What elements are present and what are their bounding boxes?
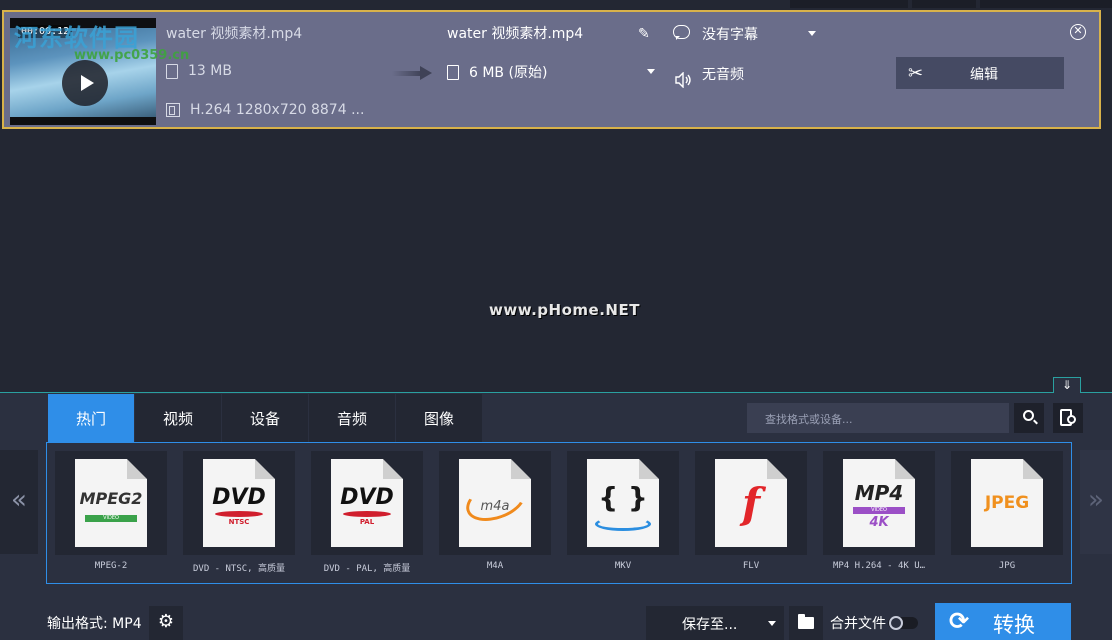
merge-files-toggle[interactable] (888, 616, 918, 630)
preset-caption: MPEG-2 (94, 561, 128, 571)
preset-caption: DVD - PAL, 高质量 (323, 564, 411, 574)
preset-item[interactable]: JPEG JPG (951, 451, 1063, 583)
close-icon[interactable]: ✕ (1070, 24, 1086, 40)
merge-files-label: 合并文件 (830, 616, 886, 632)
file-icon (447, 64, 459, 80)
tab-popular[interactable]: 热门 (48, 394, 134, 442)
preset-caption: MP4 H.264 - 4K U… (832, 561, 926, 571)
dvd-logo-icon: DVD PAL (331, 459, 403, 547)
watermark-center: www.pHome.NET (489, 301, 640, 319)
m4a-logo-icon: m4a (459, 459, 532, 547)
mpeg2-logo-icon: MPEG2 VIDEO (75, 459, 147, 547)
preset-caption: FLV (742, 561, 760, 571)
tab-video[interactable]: 视频 (135, 394, 221, 442)
source-size: 13 MB (166, 63, 232, 79)
chevron-down-icon[interactable] (808, 31, 816, 36)
play-icon[interactable] (62, 60, 108, 106)
preset-item[interactable]: DVD PAL DVD - PAL, 高质量 (311, 451, 423, 583)
tab-audio[interactable]: 音频 (309, 394, 395, 442)
presets-prev-button[interactable]: « (0, 450, 38, 554)
collapse-panel-icon[interactable]: ⇓ (1053, 377, 1081, 393)
chevron-down-icon (768, 621, 776, 626)
output-filename[interactable]: water 视频素材.mp4 (447, 23, 583, 43)
dvd-logo-icon: DVD NTSC (203, 459, 275, 547)
folder-icon (798, 614, 814, 629)
preset-item[interactable]: m4a M4A (439, 451, 551, 583)
refresh-icon: ⟳ (949, 607, 970, 635)
search-button[interactable] (1014, 403, 1044, 433)
presets-next-button[interactable]: » (1080, 450, 1112, 554)
preset-caption: JPG (998, 561, 1016, 571)
preset-caption: MKV (614, 561, 632, 571)
audio-dropdown[interactable]: 无音频 (702, 64, 744, 84)
source-codec-value: H.264 1280x720 8874 ... (190, 102, 365, 118)
save-to-label: 保存至... (682, 617, 738, 633)
open-folder-button[interactable] (789, 606, 823, 640)
format-tabs: 热门 视频 设备 音频 图像 (48, 394, 483, 442)
file-row[interactable]: 00:00:12 河东软件园 www.pc0359.cn water 视频素材.… (2, 10, 1101, 129)
search-input[interactable]: 查找格式或设备... (747, 403, 1009, 433)
tab-images[interactable]: 图像 (396, 394, 482, 442)
letterbox-bottom (10, 117, 156, 125)
edit-button[interactable]: ✂ 编辑 (896, 57, 1064, 89)
edit-button-label: 编辑 (970, 67, 998, 83)
output-size-dropdown[interactable]: 6 MB (原始) (447, 62, 547, 82)
preset-caption: DVD - NTSC, 高质量 (192, 564, 286, 574)
top-strip (0, 0, 1112, 8)
convert-button-label: 转换 (993, 613, 1035, 637)
source-size-value: 13 MB (188, 63, 232, 79)
source-codec: H.264 1280x720 8874 ... (166, 102, 364, 118)
output-size-value: 6 MB (原始) (469, 65, 548, 81)
save-to-dropdown[interactable]: 保存至... (646, 606, 784, 640)
preset-list: MPEG2 VIDEO MPEG-2 DVD NTSC DVD - NTSC, … (46, 442, 1072, 584)
preset-caption: M4A (486, 561, 504, 571)
preset-item[interactable]: MPEG2 VIDEO MPEG-2 (55, 451, 167, 583)
subtitle-icon (673, 25, 690, 40)
mp4-4k-logo-icon: MP4 VIDEO 4K (843, 459, 915, 547)
gear-icon[interactable]: ⚙ (149, 606, 183, 640)
device-detect-button[interactable] (1053, 403, 1083, 433)
subtitle-dropdown[interactable]: 没有字幕 (702, 24, 758, 44)
file-icon (166, 63, 178, 79)
chevron-down-icon[interactable] (647, 69, 655, 74)
preset-item[interactable]: f FLV (695, 451, 807, 583)
tab-devices[interactable]: 设备 (222, 394, 308, 442)
speaker-icon (675, 72, 691, 88)
top-strip-segment (790, 0, 908, 8)
jpeg-logo-icon: JPEG (971, 459, 1043, 547)
top-strip-segment (912, 0, 976, 8)
search-icon (1023, 410, 1034, 421)
preset-item[interactable]: MP4 VIDEO 4K MP4 H.264 - 4K U… (823, 451, 935, 583)
pencil-icon[interactable]: ✎ (638, 26, 650, 42)
preset-item[interactable]: DVD NTSC DVD - NTSC, 高质量 (183, 451, 295, 583)
flash-logo-icon: f (715, 459, 787, 547)
source-filename: water 视频素材.mp4 (166, 26, 303, 42)
watermark-site-url: www.pc0359.cn (74, 48, 190, 63)
top-strip-segment (980, 0, 1112, 8)
scissors-icon: ✂ (908, 63, 924, 84)
convert-button[interactable]: ⟳ 转换 (935, 603, 1071, 640)
preset-item[interactable]: { } MKV (567, 451, 679, 583)
arrow-right-icon (392, 66, 432, 80)
mkv-logo-icon: { } (587, 459, 659, 547)
film-icon (166, 103, 180, 117)
output-format-label: 输出格式: MP4 (47, 616, 142, 632)
